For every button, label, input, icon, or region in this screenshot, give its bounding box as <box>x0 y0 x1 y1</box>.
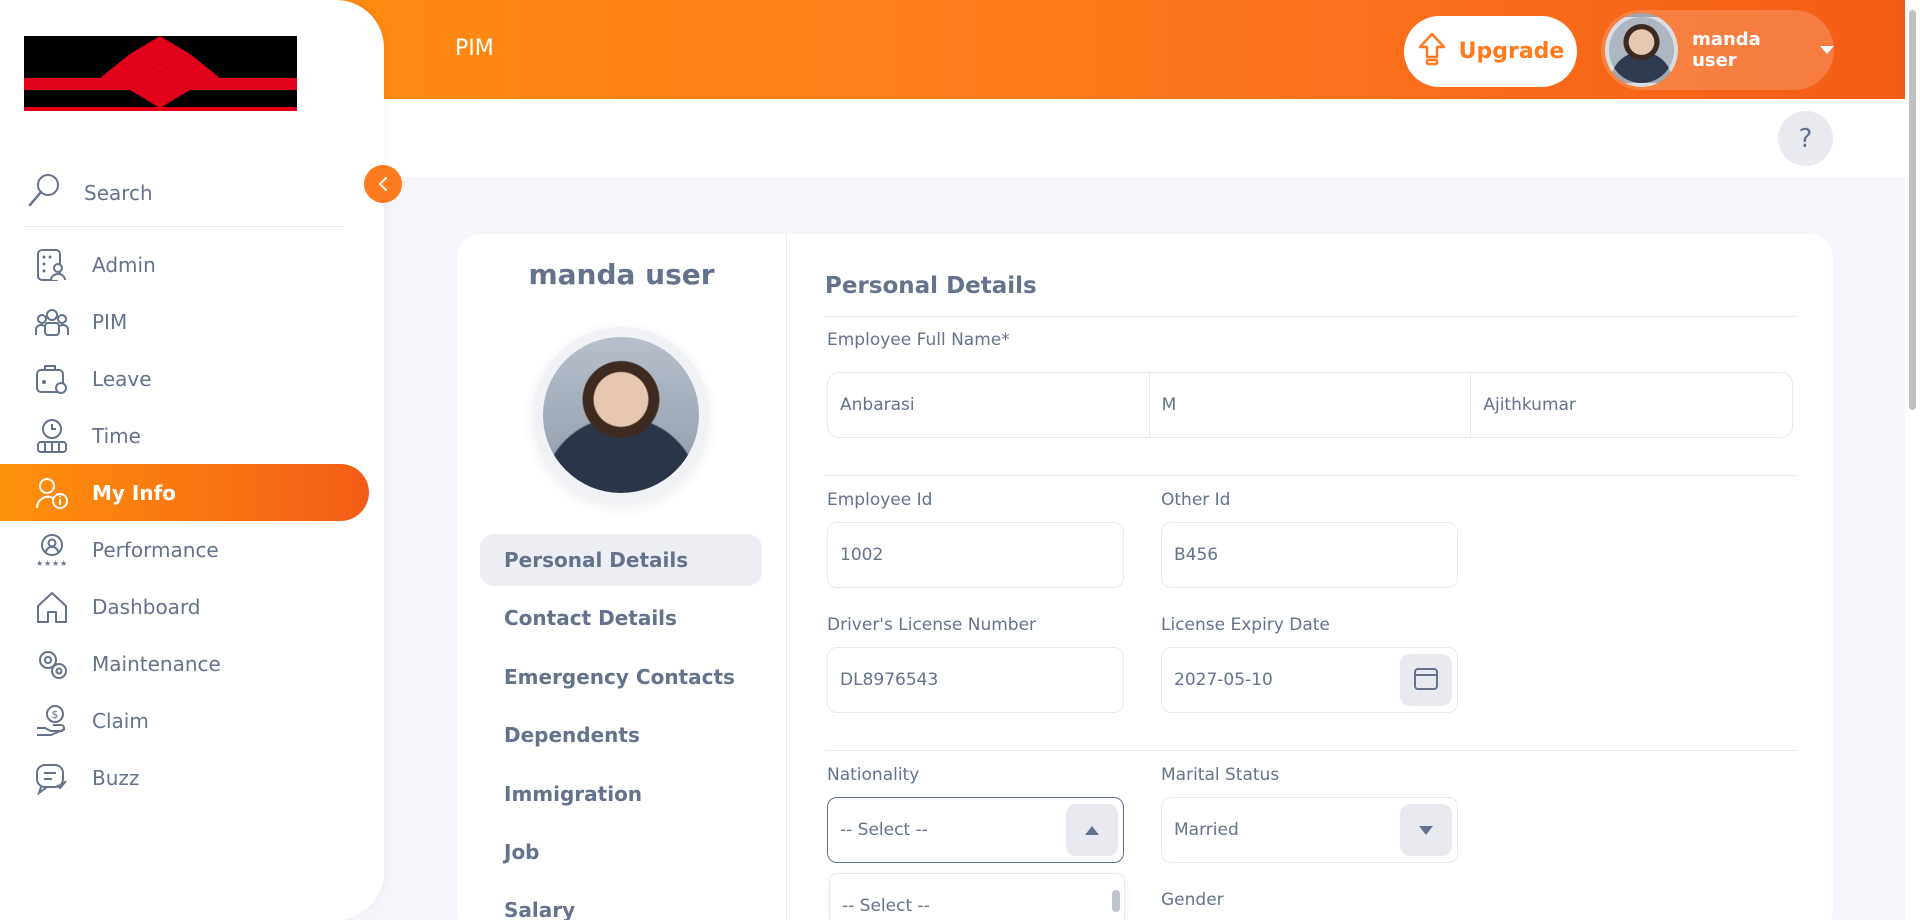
tab-immigration[interactable]: Immigration <box>480 768 762 820</box>
sidebar-item-leave[interactable]: Leave <box>0 350 369 407</box>
sidebar-item-label: Buzz <box>92 765 140 790</box>
sidebar-item-label: Admin <box>92 252 156 277</box>
svg-text:★: ★ <box>60 559 67 567</box>
chevron-left-icon <box>377 172 389 196</box>
sidebar-collapse-button[interactable] <box>364 165 402 203</box>
dropdown-scrollbar[interactable] <box>1112 890 1120 912</box>
form-divider <box>825 475 1796 476</box>
dashboard-icon <box>34 589 70 625</box>
tab-emergency-contacts[interactable]: Emergency Contacts <box>480 651 762 703</box>
calendar-button[interactable] <box>1400 654 1452 706</box>
nationality-label: Nationality <box>827 765 920 785</box>
svg-text:★: ★ <box>36 559 43 567</box>
marital-status-value: Married <box>1174 820 1239 840</box>
tab-salary[interactable]: Salary <box>480 884 762 920</box>
nationality-toggle[interactable] <box>1066 804 1118 856</box>
upgrade-label: Upgrade <box>1458 39 1565 64</box>
upgrade-arrow-icon <box>1417 31 1447 73</box>
form-divider <box>825 750 1796 751</box>
license-input[interactable]: DL8976543 <box>827 647 1124 713</box>
sidebar-item-buzz[interactable]: Buzz <box>0 749 369 806</box>
svg-text:★: ★ <box>44 559 51 567</box>
search-icon <box>24 171 64 215</box>
time-icon <box>34 418 70 454</box>
user-dropdown[interactable]: manda user <box>1601 10 1834 90</box>
sub-header <box>384 99 1905 177</box>
tab-personal-details[interactable]: Personal Details <box>480 534 762 586</box>
sidebar: Search Admin PIM Leave Time My Info ★ ★ ★ ★… <box>0 0 384 920</box>
upgrade-button[interactable]: Upgrade <box>1404 16 1577 87</box>
sidebar-item-label: Claim <box>92 708 149 733</box>
page-title: PIM <box>455 36 494 61</box>
calendar-icon <box>1413 665 1439 695</box>
buzz-icon <box>34 760 70 796</box>
sidebar-item-label: PIM <box>92 309 128 334</box>
profile-picture[interactable] <box>533 327 709 503</box>
sidebar-item-time[interactable]: Time <box>0 407 369 464</box>
sidebar-item-maintenance[interactable]: Maintenance <box>0 635 369 692</box>
sidebar-item-label: Performance <box>92 537 219 562</box>
page-scrollbar[interactable] <box>1905 0 1920 920</box>
nationality-dropdown-list: -- Select -- <box>829 873 1125 920</box>
sidebar-item-claim[interactable]: $ Claim <box>0 692 369 749</box>
leave-icon <box>34 361 70 397</box>
gender-label: Gender <box>1161 890 1224 910</box>
brand-logo <box>24 36 297 111</box>
section-divider <box>825 316 1796 317</box>
full-name-label: Employee Full Name* <box>827 330 1010 350</box>
nationality-value: -- Select -- <box>840 820 928 840</box>
expiry-label: License Expiry Date <box>1161 615 1330 635</box>
claim-icon: $ <box>34 703 70 739</box>
sidebar-item-label: Dashboard <box>92 594 201 619</box>
sidebar-item-label: Leave <box>92 366 152 391</box>
caret-down-icon <box>1820 46 1834 54</box>
dropdown-option[interactable]: -- Select -- <box>842 896 930 916</box>
employee-id-input[interactable]: 1002 <box>827 522 1124 588</box>
caret-down-icon <box>1419 825 1433 835</box>
profile-photo <box>543 337 699 493</box>
profile-name: manda user <box>528 258 715 291</box>
tab-contact-details[interactable]: Contact Details <box>480 592 762 644</box>
other-id-label: Other Id <box>1161 490 1231 510</box>
performance-icon: ★ ★ ★ ★ <box>34 532 70 568</box>
section-title: Personal Details <box>825 273 1037 299</box>
svg-text:★: ★ <box>52 559 59 567</box>
svg-text:$: $ <box>52 708 59 721</box>
caret-up-icon <box>1085 825 1099 835</box>
card-divider <box>786 234 787 920</box>
middle-name-input[interactable]: M <box>1150 373 1472 437</box>
last-name-input[interactable]: Ajithkumar <box>1471 373 1792 437</box>
sidebar-item-performance[interactable]: ★ ★ ★ ★ Performance <box>0 521 369 578</box>
pim-icon <box>34 304 70 340</box>
search-label: Search <box>84 181 153 205</box>
sidebar-search[interactable]: Search <box>24 160 344 227</box>
sidebar-item-label: Time <box>92 423 141 448</box>
full-name-group: Anbarasi M Ajithkumar <box>827 372 1793 438</box>
sidebar-item-pim[interactable]: PIM <box>0 293 369 350</box>
marital-status-toggle[interactable] <box>1400 804 1452 856</box>
help-button[interactable]: ? <box>1778 111 1833 166</box>
first-name-input[interactable]: Anbarasi <box>828 373 1150 437</box>
sidebar-item-label: My Info <box>92 480 177 505</box>
employee-id-label: Employee Id <box>827 490 933 510</box>
page-scrollbar-thumb[interactable] <box>1909 10 1916 410</box>
maintenance-icon <box>34 646 70 682</box>
user-avatar <box>1605 13 1679 87</box>
sidebar-item-dashboard[interactable]: Dashboard <box>0 578 369 635</box>
admin-icon <box>34 247 70 283</box>
my-info-icon <box>34 475 70 511</box>
sidebar-item-label: Maintenance <box>92 651 221 676</box>
user-name: manda user <box>1692 29 1761 71</box>
sidebar-item-admin[interactable]: Admin <box>0 236 369 293</box>
other-id-input[interactable]: B456 <box>1161 522 1458 588</box>
expiry-date-value: 2027-05-10 <box>1174 670 1273 690</box>
tab-job[interactable]: Job <box>480 826 762 878</box>
sidebar-item-my-info[interactable]: My Info <box>0 464 369 521</box>
tab-dependents[interactable]: Dependents <box>480 709 762 761</box>
license-label: Driver's License Number <box>827 615 1037 635</box>
marital-status-label: Marital Status <box>1161 765 1280 785</box>
